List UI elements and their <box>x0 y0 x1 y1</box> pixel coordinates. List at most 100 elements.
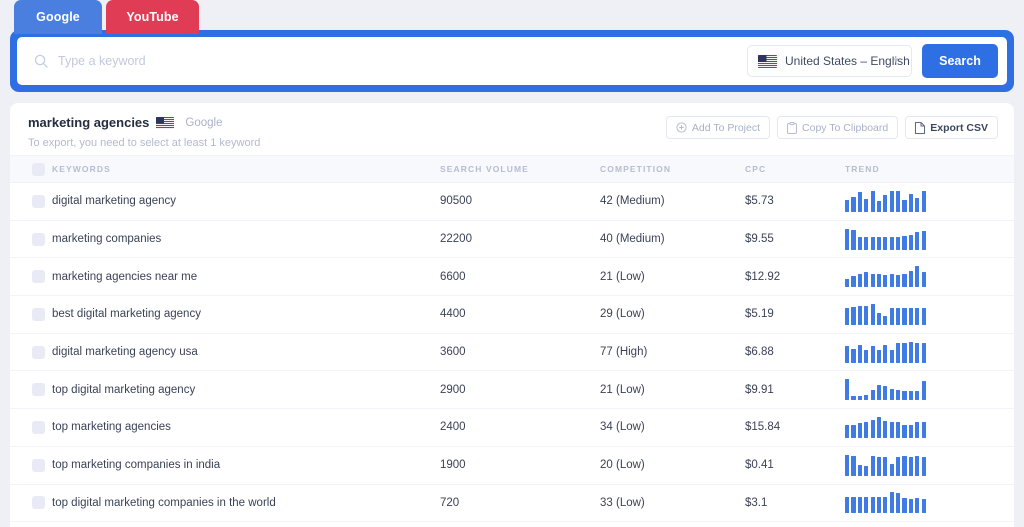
row-checkbox[interactable] <box>32 458 45 472</box>
trend-bar <box>921 421 926 438</box>
trend-bar <box>864 465 869 476</box>
copy-to-clipboard-button[interactable]: Copy To Clipboard <box>777 116 899 139</box>
trend-bar <box>851 197 856 212</box>
trend-bar <box>876 200 882 212</box>
trend-bar <box>870 345 875 363</box>
trend-bar <box>845 228 850 250</box>
trend-bar <box>908 307 913 325</box>
trend-bar <box>864 271 869 288</box>
trend-bar <box>864 394 869 401</box>
row-checkbox[interactable] <box>32 270 45 284</box>
trend-bar <box>921 307 926 325</box>
keyword-cell: marketing companies <box>52 233 162 246</box>
trend-bar <box>864 236 869 250</box>
row-select-cell <box>10 296 52 334</box>
trend-cell <box>845 220 1014 258</box>
trend-bar <box>851 348 856 363</box>
trend-sparkline <box>845 342 1014 363</box>
trend-bar <box>889 421 894 438</box>
table-row[interactable]: top marketing agencies 2400 34 (Low) $15.84 <box>10 409 1014 447</box>
row-checkbox[interactable] <box>32 383 45 397</box>
column-header-search-volume[interactable]: SEARCH VOLUME <box>440 155 600 183</box>
trend-bar <box>896 493 901 514</box>
trend-bar <box>902 342 907 363</box>
trend-bar <box>921 456 926 476</box>
trend-bar <box>915 266 920 288</box>
column-header-trend[interactable]: TREND <box>845 155 1014 183</box>
select-all-checkbox[interactable] <box>32 162 45 176</box>
trend-bar <box>845 200 850 212</box>
trend-bar <box>845 346 850 363</box>
trend-bar <box>845 307 850 325</box>
row-checkbox[interactable] <box>32 420 45 434</box>
trend-bar <box>896 456 901 476</box>
trend-sparkline <box>845 190 1014 212</box>
cpc-cell: $5.73 <box>745 195 774 208</box>
trend-bar <box>915 422 920 438</box>
trend-cell <box>845 183 1014 221</box>
search-button[interactable]: Search <box>922 44 998 78</box>
trend-bar <box>896 191 901 212</box>
trend-bar <box>870 496 875 514</box>
keyword-cell: top marketing agencies <box>52 421 171 434</box>
trend-bar <box>845 379 850 401</box>
table-row[interactable]: top digital marketing companies in the w… <box>10 484 1014 522</box>
trend-bar <box>915 390 920 401</box>
tab-youtube[interactable]: YouTube <box>106 0 199 34</box>
trend-bar <box>876 313 882 325</box>
row-checkbox[interactable] <box>32 307 45 321</box>
trend-bar <box>864 306 869 325</box>
trend-bar <box>857 274 862 288</box>
trend-bar <box>915 232 920 250</box>
trend-bar <box>876 416 882 438</box>
export-csv-button[interactable]: Export CSV <box>905 116 998 139</box>
cpc-cell: $0.41 <box>745 459 774 472</box>
table-row[interactable]: top marketing companies in india 1900 20 (… <box>10 446 1014 484</box>
tab-google-label: Google <box>36 10 80 24</box>
trend-bar <box>896 307 901 325</box>
competition-cell: 21 (Low) <box>600 383 645 396</box>
table-row[interactable]: top digital marketing agency 2900 21 (Low)… <box>10 371 1014 409</box>
results-actions: Add To Project Copy To Clipboard Export … <box>665 116 998 139</box>
table-row[interactable]: marketing companies 22200 40 (Medium) $9.55 <box>10 220 1014 258</box>
table-row[interactable]: marketing agencies near me 6600 21 (Low) $1… <box>10 258 1014 296</box>
trend-bar <box>889 349 894 363</box>
trend-bar <box>915 456 920 476</box>
table-row[interactable]: digital marketing agency 90500 42 (Medium)… <box>10 183 1014 221</box>
search-volume-cell: 2400 <box>440 421 466 434</box>
table-row[interactable]: digital marketing agency usa 3600 77 (High… <box>10 333 1014 371</box>
locale-selector[interactable]: United States – English ▼ <box>747 45 912 77</box>
trend-bar <box>908 270 913 288</box>
trend-bar <box>921 498 926 514</box>
column-header-competition[interactable]: COMPETITION <box>600 155 745 183</box>
trend-bar <box>908 498 913 514</box>
trend-bar <box>851 455 856 476</box>
row-checkbox[interactable] <box>32 232 45 246</box>
row-checkbox[interactable] <box>32 345 45 359</box>
competition-cell: 20 (Low) <box>600 459 645 472</box>
column-header-cpc[interactable]: CPC <box>745 155 845 183</box>
row-checkbox[interactable] <box>32 496 45 510</box>
chevron-down-icon: ▼ <box>892 56 900 65</box>
trend-sparkline <box>845 266 1014 288</box>
trend-bar <box>908 342 913 363</box>
trend-bar <box>883 195 888 212</box>
tab-google[interactable]: Google <box>14 0 102 34</box>
table-header-row: KEYWORDS SEARCH VOLUME COMPETITION CPC T… <box>10 155 1014 183</box>
trend-bar <box>915 498 920 514</box>
search-input[interactable] <box>48 54 747 68</box>
trend-bar <box>921 271 926 288</box>
row-select-cell <box>10 183 52 221</box>
trend-bar <box>908 425 913 438</box>
table-row[interactable]: best digital marketing agency 4400 29 (Low… <box>10 296 1014 334</box>
trend-bar <box>864 421 869 438</box>
column-header-keywords[interactable]: KEYWORDS <box>52 155 440 183</box>
trend-bar <box>883 457 888 476</box>
trend-bar <box>889 389 894 401</box>
search-volume-cell: 720 <box>440 496 460 509</box>
row-select-cell <box>10 371 52 409</box>
add-to-project-button[interactable]: Add To Project <box>665 116 771 139</box>
trend-bar <box>889 236 894 250</box>
row-checkbox[interactable] <box>32 194 45 208</box>
trend-bar <box>864 496 869 514</box>
